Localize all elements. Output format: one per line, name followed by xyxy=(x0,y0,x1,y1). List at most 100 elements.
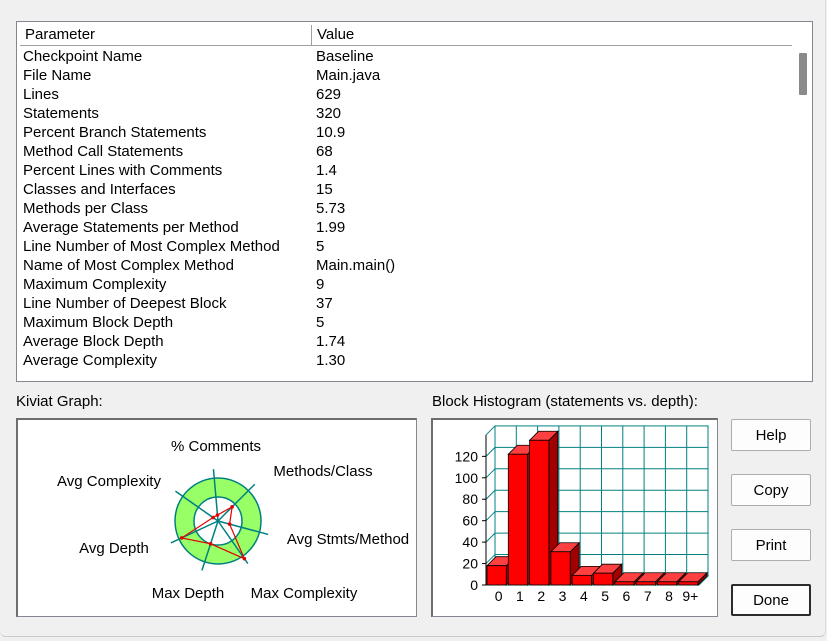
table-header: Parameter Value xyxy=(20,25,793,46)
histogram-bar xyxy=(507,453,529,586)
kiviat-axis-label-methods-class: Methods/Class xyxy=(273,463,372,480)
table-row[interactable]: Methods per Class 5.73 xyxy=(20,199,790,218)
value-cell: Baseline xyxy=(316,48,374,65)
kiviat-axis-label-max-depth: Max Depth xyxy=(152,585,225,602)
parameter-cell: Line Number of Deepest Block xyxy=(23,295,227,312)
parameter-cell: Line Number of Most Complex Method xyxy=(23,238,280,255)
value-cell: 1.4 xyxy=(316,162,337,179)
table-row[interactable]: Line Number of Most Complex Method 5 xyxy=(20,237,790,256)
parameter-cell: Percent Branch Statements xyxy=(23,124,207,141)
value-cell: 37 xyxy=(316,295,333,312)
scrollbar-thumb[interactable] xyxy=(799,53,807,95)
histogram-x-tick-label: 2 xyxy=(537,588,545,604)
histogram-gridline-side xyxy=(485,489,496,500)
parameter-cell: Methods per Class xyxy=(23,200,149,217)
kiviat-axis-label-avg-stmts: Avg Stmts/Method xyxy=(287,531,409,548)
histogram-y-tick-label: 20 xyxy=(462,556,478,572)
kiviat-axis-label-comments: % Comments xyxy=(171,438,261,455)
copy-button[interactable]: Copy xyxy=(731,474,811,506)
kiviat-point-avg-depth xyxy=(179,536,184,540)
kiviat-point-max-complexity xyxy=(242,556,247,561)
kiviat-point-avg-complexity xyxy=(211,515,215,520)
value-cell: 15 xyxy=(316,181,333,198)
histogram-gridline-side xyxy=(485,447,496,457)
parameter-cell: Percent Lines with Comments xyxy=(23,162,223,179)
block-histogram-panel: 0 20 40 60 80 100 120 0 1 2 3 4 5 6 7 8 9+ xyxy=(431,418,718,617)
histogram-bar xyxy=(656,581,678,586)
value-cell: 1.74 xyxy=(316,333,346,350)
kiviat-point-max-depth xyxy=(208,542,213,546)
block-histogram-chart: 0204060801001200 1 2 3 4 5 6 7 8 9+ xyxy=(455,425,710,604)
histogram-y-tick-label: 120 xyxy=(455,448,479,464)
value-cell: 5.73 xyxy=(316,200,346,217)
histogram-x-tick-label: 1 xyxy=(516,588,524,604)
histogram-y-tick-label: 40 xyxy=(462,534,478,550)
print-button[interactable]: Print xyxy=(731,529,811,561)
histogram-y-tick-label: 100 xyxy=(455,470,479,486)
value-cell: 629 xyxy=(316,86,342,103)
value-cell: 5 xyxy=(316,238,325,255)
histogram-x-tick-label: 3 xyxy=(559,588,567,604)
table-row[interactable]: Lines 629 xyxy=(20,85,790,104)
table-row[interactable]: Statements 320 xyxy=(20,104,790,123)
histogram-gridline-side xyxy=(485,532,496,543)
table-row[interactable]: Classes and Interfaces 15 xyxy=(20,180,790,199)
value-cell: 10.9 xyxy=(316,124,346,141)
histogram-bar xyxy=(571,574,592,586)
kiviat-axis-label-avg-depth: Avg Depth xyxy=(79,540,149,557)
value-cell: 9 xyxy=(316,276,325,293)
parameter-cell: Average Complexity xyxy=(23,352,157,369)
kiviat-point-comments xyxy=(215,513,220,517)
table-row[interactable]: Maximum Block Depth 5 xyxy=(20,313,790,332)
parameter-cell: Maximum Complexity xyxy=(23,276,167,293)
block-histogram-label: Block Histogram (statements vs. depth): xyxy=(432,393,698,410)
parameter-cell: Name of Most Complex Method xyxy=(23,257,234,274)
histogram-gridline-side xyxy=(485,468,496,479)
vertical-scrollbar[interactable] xyxy=(792,22,812,381)
table-row[interactable]: Average Block Depth 1.74 xyxy=(20,332,790,351)
parameter-cell: Maximum Block Depth xyxy=(23,314,174,331)
table-row[interactable]: Maximum Complexity 9 xyxy=(20,275,790,294)
histogram-bar xyxy=(550,551,571,586)
table-row[interactable]: Percent Branch Statements 10.9 xyxy=(20,123,790,142)
table-row[interactable]: Line Number of Deepest Block 37 xyxy=(20,294,790,313)
metrics-table[interactable]: Parameter Value Checkpoint Name Baseline F… xyxy=(16,21,813,382)
parameter-cell: Statements xyxy=(23,105,99,122)
table-row[interactable]: Method Call Statements 68 xyxy=(20,142,790,161)
parameter-cell: Lines xyxy=(23,86,59,103)
table-row[interactable]: Name of Most Complex Method Main.main() xyxy=(20,256,790,275)
table-row[interactable]: Percent Lines with Comments 1.4 xyxy=(20,161,790,180)
histogram-bar xyxy=(529,439,550,586)
histogram-bar xyxy=(678,581,699,586)
histogram-bar xyxy=(635,581,656,586)
value-cell: Main.main() xyxy=(316,257,396,274)
value-cell: 1.30 xyxy=(316,352,346,369)
value-cell: Main.java xyxy=(316,67,381,84)
table-body: Checkpoint Name Baseline File Name Main.jav… xyxy=(20,47,790,370)
parameter-cell: Classes and Interfaces xyxy=(23,181,176,198)
histogram-y-tick-label: 60 xyxy=(462,513,478,529)
histogram-gridline-side xyxy=(485,511,496,522)
value-cell: 5 xyxy=(316,314,325,331)
kiviat-graph: % Comments Methods/Class Avg Stmts/Metho… xyxy=(57,438,409,602)
kiviat-point-avg-stmts xyxy=(227,522,232,526)
kiviat-axis-label-avg-complexity: Avg Complexity xyxy=(57,473,161,490)
histogram-x-tick-label: 0 xyxy=(495,588,503,604)
column-header-parameter[interactable]: Parameter xyxy=(20,25,312,45)
kiviat-point-methods-class xyxy=(230,505,234,509)
histogram-bar xyxy=(614,581,635,586)
help-button[interactable]: Help xyxy=(731,419,811,451)
parameter-cell: Checkpoint Name xyxy=(23,48,143,65)
histogram-x-tick-label: 5 xyxy=(601,588,609,604)
histogram-x-tick-label: 8 xyxy=(665,588,673,604)
histogram-y-tick-label: 0 xyxy=(470,577,478,593)
column-header-value[interactable]: Value xyxy=(312,25,793,45)
table-row[interactable]: File Name Main.java xyxy=(20,66,790,85)
histogram-y-tick-label: 80 xyxy=(462,491,478,507)
table-row[interactable]: Checkpoint Name Baseline xyxy=(20,47,790,66)
histogram-x-tick-label: 6 xyxy=(623,588,631,604)
done-button[interactable]: Done xyxy=(731,584,811,616)
table-row[interactable]: Average Statements per Method 1.99 xyxy=(20,218,790,237)
table-row[interactable]: Average Complexity 1.30 xyxy=(20,351,790,370)
value-cell: 68 xyxy=(316,143,333,160)
